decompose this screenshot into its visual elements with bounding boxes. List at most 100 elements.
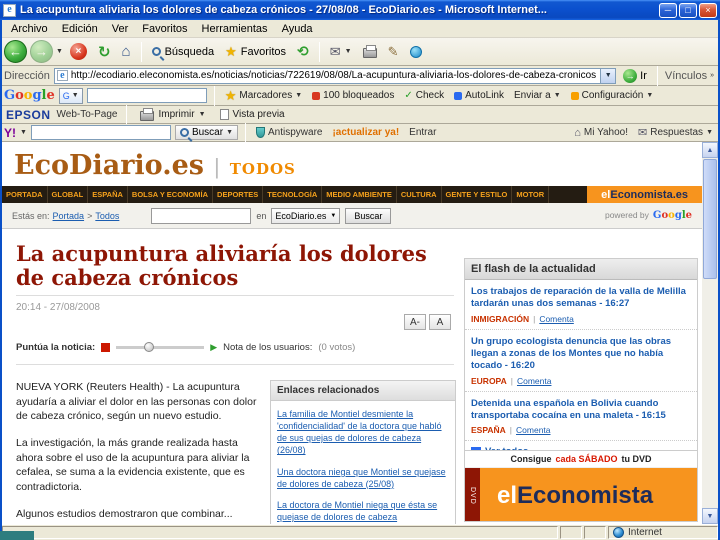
nav-tab-global[interactable]: GLOBAL xyxy=(48,186,89,203)
flash-headline-link[interactable]: Los trabajos de reparación de la valla d… xyxy=(471,286,691,311)
submit-rating-icon[interactable]: ▶ xyxy=(210,342,217,353)
url-text: http://ecodiario.eleconomista.es/noticia… xyxy=(70,70,598,81)
page-preview-icon xyxy=(219,109,229,120)
history-button[interactable]: ⟲ xyxy=(293,41,313,62)
epson-preview-button[interactable]: Vista previa xyxy=(216,109,289,120)
menu-bar: Archivo Edición Ver Favoritos Herramient… xyxy=(0,20,720,38)
links-menu[interactable]: Vínculos» xyxy=(665,70,716,82)
menu-herramientas[interactable]: Herramientas xyxy=(195,23,275,35)
menu-ver[interactable]: Ver xyxy=(105,23,136,35)
google-logo: Google xyxy=(652,210,692,221)
browser-window: e La acupuntura aliviaria los dolores de… xyxy=(0,0,720,540)
ad-body: DVD elEconomista xyxy=(465,468,697,521)
google-spellcheck-button[interactable]: ✓ Check xyxy=(401,90,447,101)
menu-favoritos[interactable]: Favoritos xyxy=(135,23,194,35)
title-bar[interactable]: e La acupuntura aliviaria los dolores de… xyxy=(0,0,720,20)
site-navigation: PORTADA GLOBAL ESPAÑA BOLSA Y ECONOMÍA D… xyxy=(2,186,702,203)
yahoo-signin-link[interactable]: Entrar xyxy=(406,127,439,138)
font-larger-button[interactable]: A xyxy=(429,314,451,330)
ad-banner[interactable]: Consigue cada SÁBADO tu DVD DVD elEconom… xyxy=(464,450,698,522)
chevron-down-icon[interactable]: ▼ xyxy=(20,129,27,136)
nav-tab-medio-ambiente[interactable]: MEDIO AMBIENTE xyxy=(322,186,397,203)
divider xyxy=(16,364,454,365)
slider-thumb[interactable] xyxy=(144,342,155,352)
address-dropdown-button[interactable]: ▼ xyxy=(600,68,616,83)
rating-min-icon xyxy=(101,343,111,352)
scrollbar-thumb[interactable] xyxy=(703,159,717,279)
scroll-up-button[interactable]: ▲ xyxy=(702,142,718,158)
refresh-button[interactable]: ↻ xyxy=(94,41,115,63)
yahoo-antispyware-button[interactable]: Antispyware xyxy=(253,127,325,138)
nav-tab-bolsa[interactable]: BOLSA Y ECONOMÍA xyxy=(128,186,214,203)
site-logo[interactable]: EcoDiario.es xyxy=(14,150,204,181)
nav-tab-gente[interactable]: GENTE Y ESTILO xyxy=(442,186,513,203)
close-button[interactable]: × xyxy=(699,2,717,18)
nav-tab-portada[interactable]: PORTADA xyxy=(2,186,48,203)
flash-headline-link[interactable]: Detenida una española en Bolivia cuando … xyxy=(471,398,691,423)
favorites-button[interactable]: ★ Favoritos xyxy=(221,42,290,62)
stop-button[interactable]: × xyxy=(66,41,91,62)
forward-dropdown-icon[interactable]: ▼ xyxy=(56,48,63,55)
breadcrumb-todos-link[interactable]: Todos xyxy=(95,211,119,221)
font-smaller-button[interactable]: A- xyxy=(404,314,426,330)
yahoo-my-yahoo-button[interactable]: ⌂ Mi Yahoo! xyxy=(571,127,631,139)
home-button[interactable]: ⌂ xyxy=(118,41,135,62)
go-button[interactable]: → Ir xyxy=(620,68,650,83)
flash-item: Detenida una española en Bolivia cuando … xyxy=(465,392,697,442)
mail-button[interactable]: ✉ ▼ xyxy=(326,42,356,62)
google-search-type-dropdown[interactable]: G ▼ xyxy=(58,87,83,104)
nav-tab-deportes[interactable]: DEPORTES xyxy=(213,186,264,203)
menu-edicion[interactable]: Edición xyxy=(55,23,105,35)
google-autolink-button[interactable]: AutoLink xyxy=(451,90,507,101)
yahoo-search-input[interactable] xyxy=(30,125,171,140)
messenger-button[interactable] xyxy=(406,44,426,60)
related-link[interactable]: La doctora de Montiel niega que ésta se … xyxy=(277,499,449,523)
comment-link[interactable]: Comenta xyxy=(516,425,551,435)
zone-label: Internet xyxy=(628,527,662,538)
nav-tab-cultura[interactable]: CULTURA xyxy=(397,186,442,203)
maximize-button[interactable]: □ xyxy=(679,2,697,18)
search-label: Búsqueda xyxy=(164,45,215,58)
back-button[interactable]: ← xyxy=(4,40,27,63)
article-paragraph: Algunos estudios demostraron que combina… xyxy=(16,507,233,520)
site-search-button[interactable]: Buscar xyxy=(345,207,392,224)
google-bookmarks-button[interactable]: ★ Marcadores ▼ xyxy=(222,88,305,104)
rating-slider[interactable] xyxy=(116,342,205,352)
related-link[interactable]: Una doctora niega que Montiel se quejase… xyxy=(277,466,449,490)
menu-archivo[interactable]: Archivo xyxy=(4,23,55,35)
site-search-scope-select[interactable]: EcoDiario.es ▼ xyxy=(271,207,341,224)
page-icon: e xyxy=(56,70,68,81)
article-title: La acupuntura aliviaría los dolores de c… xyxy=(16,241,427,290)
forward-button[interactable]: → xyxy=(30,40,53,63)
site-search-input[interactable] xyxy=(151,207,252,224)
vertical-scrollbar[interactable]: ▲ ▼ xyxy=(702,142,718,524)
scroll-down-button[interactable]: ▼ xyxy=(702,508,718,524)
breadcrumb-portada-link[interactable]: Portada xyxy=(53,211,85,221)
address-input[interactable]: e http://ecodiario.eleconomista.es/notic… xyxy=(53,67,617,84)
nav-tab-motor[interactable]: MOTOR xyxy=(512,186,550,203)
google-settings-button[interactable]: Configuración ▼ xyxy=(568,90,657,101)
minimize-button[interactable]: ─ xyxy=(659,2,677,18)
epson-print-button[interactable]: Imprimir ▼ xyxy=(136,108,209,121)
google-search-input[interactable] xyxy=(86,88,207,103)
nav-tab-espana[interactable]: ESPAÑA xyxy=(88,186,128,203)
related-links-title: Enlaces relacionados xyxy=(271,381,455,401)
edit-button[interactable]: ✎ xyxy=(384,42,403,62)
nav-tab-tecnologia[interactable]: TECNOLOGÍA xyxy=(263,186,323,203)
powered-by-google: powered by Google xyxy=(604,210,692,221)
comment-link[interactable]: Comenta xyxy=(517,376,552,386)
menu-ayuda[interactable]: Ayuda xyxy=(275,23,320,35)
related-links-list: La familia de Montiel desmiente la 'conf… xyxy=(271,401,455,524)
flash-headline-link[interactable]: Un grupo ecologista denuncia que las obr… xyxy=(471,336,691,373)
eleconomista-brand-link[interactable]: el Economista.es xyxy=(587,186,702,203)
yahoo-answers-button[interactable]: ✉ Respuestas ▼ xyxy=(635,126,716,139)
comment-link[interactable]: Comenta xyxy=(539,314,574,324)
search-button[interactable]: Búsqueda xyxy=(148,44,219,60)
article-paragraph: La investigación, la más grande realizad… xyxy=(16,437,250,494)
google-popup-blocker-button[interactable]: 100 bloqueados xyxy=(309,90,397,101)
print-button[interactable] xyxy=(359,43,381,60)
yahoo-search-button[interactable]: Buscar ▼ xyxy=(174,125,238,140)
yahoo-update-link[interactable]: ¡actualizar ya! xyxy=(329,127,402,138)
related-link[interactable]: La familia de Montiel desmiente la 'conf… xyxy=(277,408,449,457)
google-sendto-button[interactable]: Enviar a ▼ xyxy=(511,90,564,101)
